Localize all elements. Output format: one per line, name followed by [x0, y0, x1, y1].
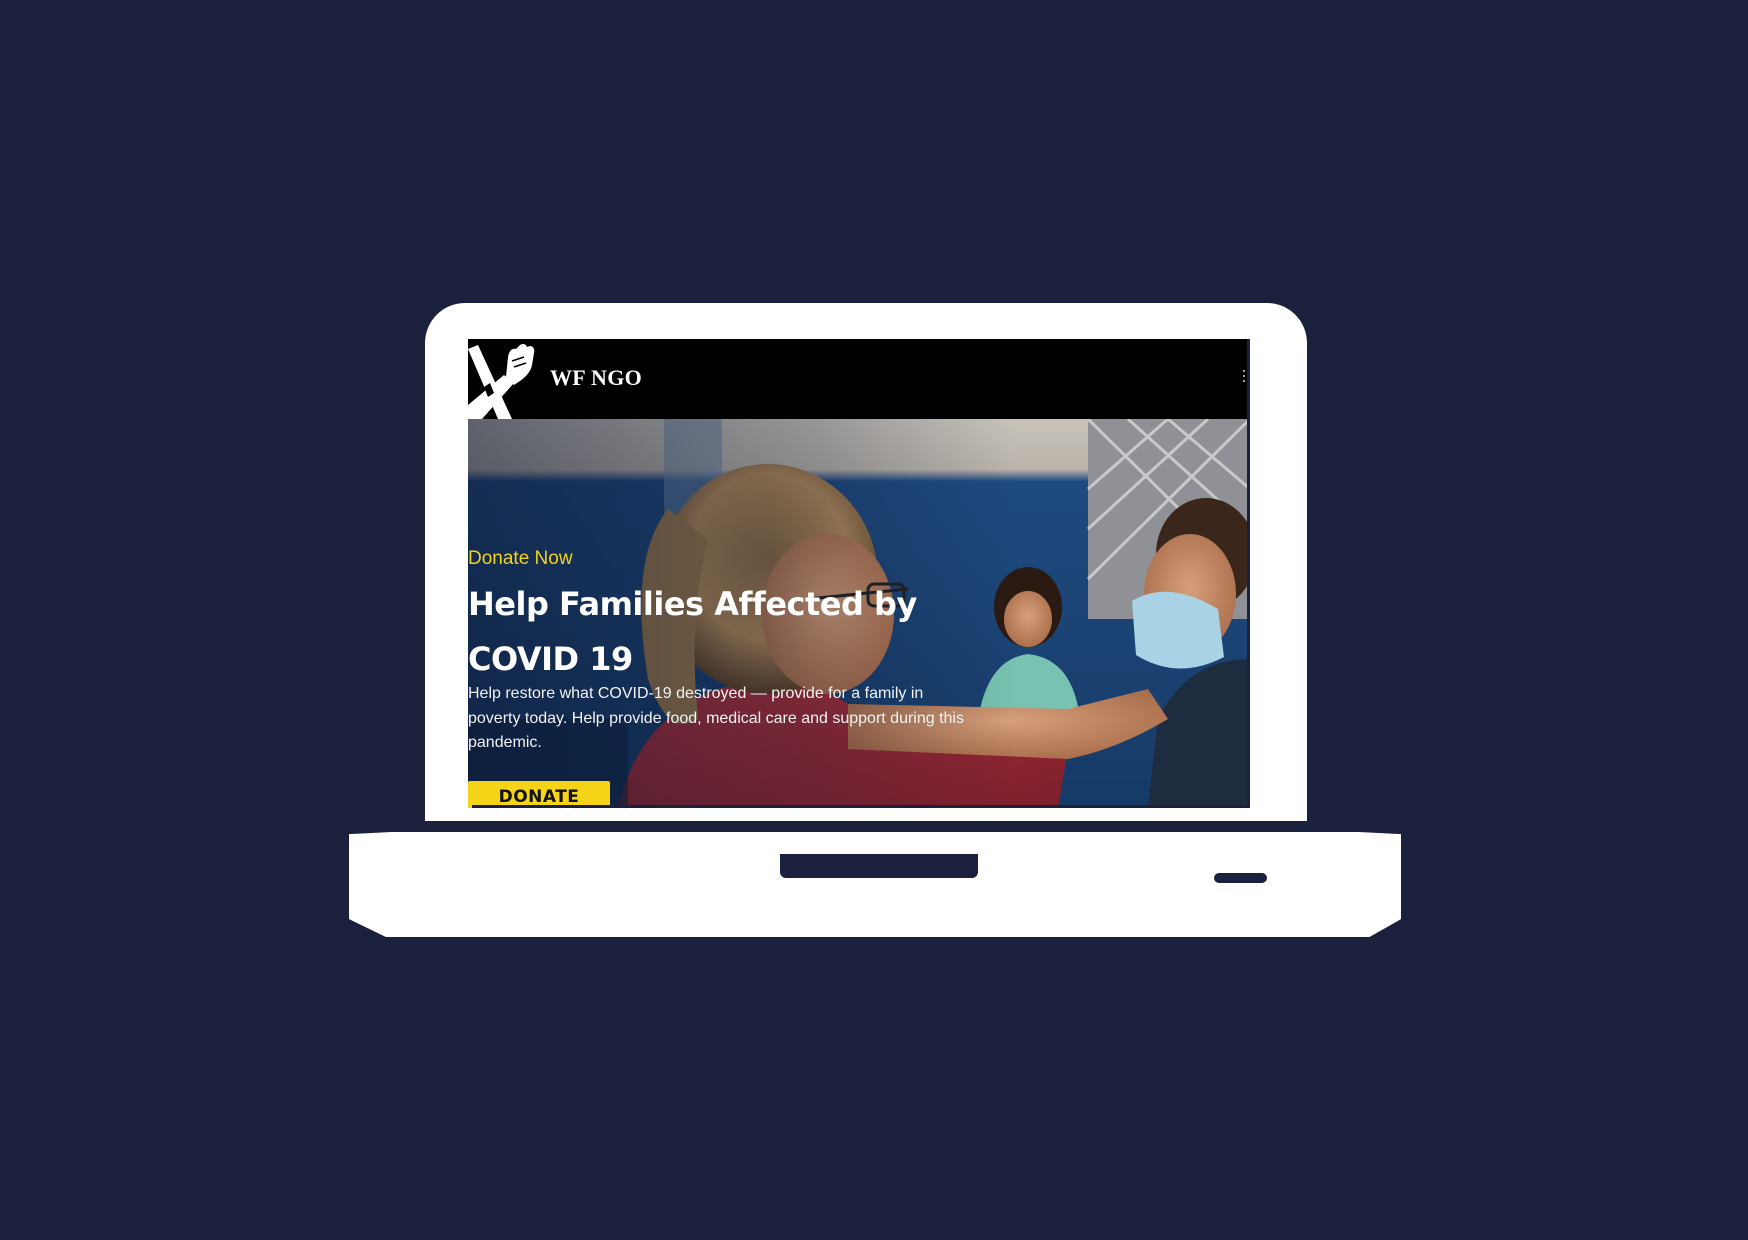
donate-button[interactable]: DONATE: [468, 781, 610, 808]
hero-headline: Help Families Affected by COVID 19: [468, 585, 917, 678]
laptop-power-indicator: [1214, 873, 1267, 883]
donate-now-link[interactable]: Donate Now: [468, 548, 573, 570]
hero-section: Donate Now Help Families Affected by COV…: [468, 419, 1250, 808]
screen-bezel-edge: [1247, 339, 1250, 808]
more-vertical-icon[interactable]: [1242, 367, 1246, 391]
brand-name[interactable]: WF NGO: [550, 365, 642, 391]
laptop-base: [349, 832, 1401, 937]
hero-description: Help restore what COVID-19 destroyed — p…: [468, 685, 964, 751]
laptop-screen: WF NGO Donate Now Help Families Affected…: [468, 339, 1250, 808]
laptop-hinge-notch: [780, 854, 978, 878]
screen-bezel-bottom: [472, 805, 1250, 808]
site-header: WF NGO: [468, 339, 1250, 419]
raised-fist-logo-icon[interactable]: [468, 339, 538, 419]
